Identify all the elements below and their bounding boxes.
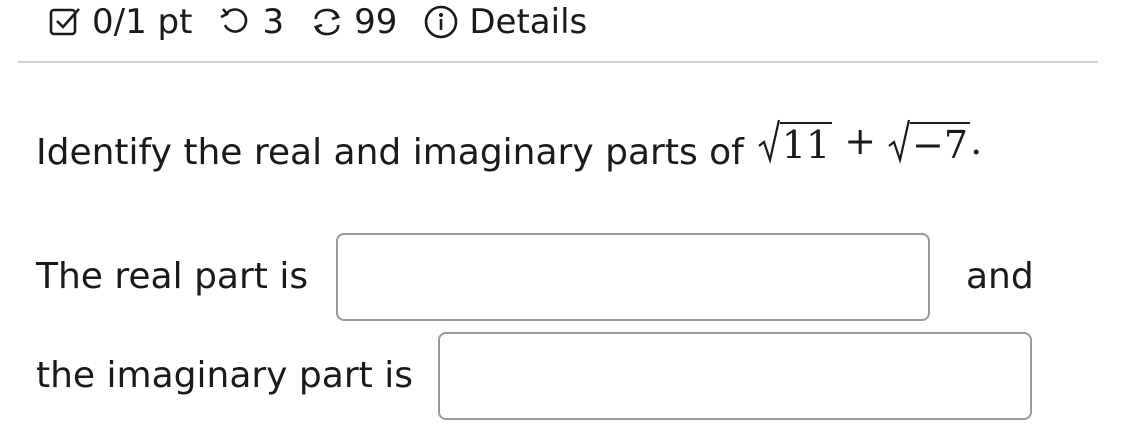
header-divider bbox=[18, 61, 1098, 63]
period: . bbox=[970, 119, 983, 163]
plus-sign: + bbox=[844, 119, 877, 163]
real-part-input[interactable] bbox=[336, 233, 930, 321]
radicand-2: −7 bbox=[910, 122, 971, 167]
submissions-count: 99 bbox=[354, 2, 398, 42]
checkbox-icon bbox=[48, 5, 82, 39]
sqrt-1: 11 bbox=[758, 118, 833, 167]
imaginary-part-label: the imaginary part is bbox=[36, 355, 413, 396]
retries-count: 3 bbox=[262, 2, 285, 42]
score-text: 0/1 pt bbox=[92, 2, 193, 42]
question-text: Identify the real and imaginary parts of bbox=[36, 132, 744, 173]
math-expression: 11 + −7 . bbox=[758, 118, 982, 164]
retry-icon bbox=[218, 5, 252, 39]
and-text: and bbox=[966, 256, 1034, 297]
question-header: 0/1 pt 3 99 Details bbox=[48, 0, 587, 44]
details-link[interactable]: Details bbox=[469, 2, 587, 42]
info-icon[interactable] bbox=[423, 4, 459, 40]
sqrt-2: −7 bbox=[888, 118, 971, 167]
radicand-1: 11 bbox=[779, 122, 833, 167]
question-prompt: Identify the real and imaginary parts of… bbox=[36, 118, 982, 173]
imaginary-part-input[interactable] bbox=[438, 332, 1032, 420]
refresh-icon bbox=[310, 5, 344, 39]
real-part-label: The real part is bbox=[36, 256, 309, 297]
